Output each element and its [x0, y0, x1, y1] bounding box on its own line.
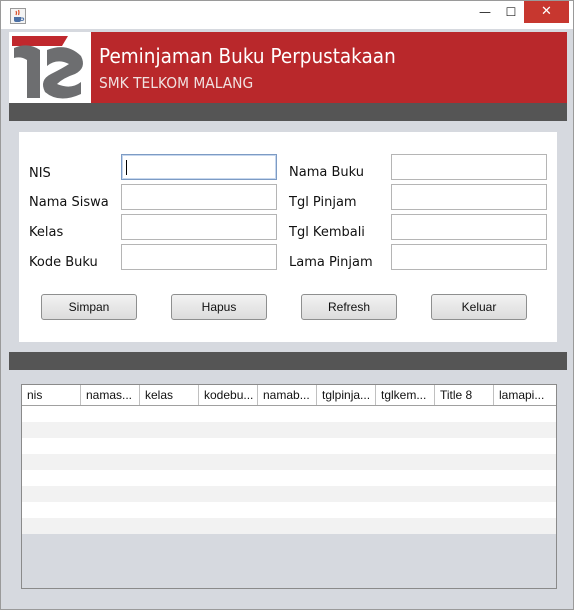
tgl-pinjam-field[interactable] — [391, 184, 547, 210]
column-header-kelas[interactable]: kelas — [140, 385, 199, 405]
telkom-school-logo — [9, 32, 91, 104]
refresh-button[interactable]: Refresh — [301, 294, 397, 320]
minimize-button[interactable]: — — [472, 1, 498, 23]
table-row[interactable] — [22, 502, 556, 518]
header-banner: Peminjaman Buku Perpustakaan SMK TELKOM … — [9, 32, 567, 104]
column-header-kode-buku[interactable]: kodebu... — [199, 385, 258, 405]
nis-label: NIS — [29, 166, 51, 181]
table-row[interactable] — [22, 422, 556, 438]
keluar-button[interactable]: Keluar — [431, 294, 527, 320]
column-header-title-8[interactable]: Title 8 — [435, 385, 494, 405]
tgl-pinjam-label: Tgl Pinjam — [289, 195, 357, 210]
nama-siswa-field[interactable] — [121, 184, 277, 210]
kode-buku-label: Kode Buku — [29, 255, 98, 270]
app-window: — ☐ ✕ Peminjaman Buku Perpustakaan SMK T… — [0, 0, 574, 610]
nama-siswa-label: Nama Siswa — [29, 195, 109, 210]
tgl-kembali-label: Tgl Kembali — [289, 225, 365, 240]
divider-strip — [9, 352, 567, 370]
close-button[interactable]: ✕ — [524, 1, 569, 23]
table-body — [22, 406, 556, 534]
tgl-kembali-field[interactable] — [391, 214, 547, 240]
hapus-button[interactable]: Hapus — [171, 294, 267, 320]
column-header-tgl-pinjam[interactable]: tglpinja... — [317, 385, 376, 405]
title-bar[interactable]: — ☐ ✕ — [1, 1, 573, 29]
kode-buku-field[interactable] — [121, 244, 277, 270]
column-header-nama-siswa[interactable]: namas... — [81, 385, 140, 405]
kelas-label: Kelas — [29, 225, 64, 240]
column-header-nama-buku[interactable]: namab... — [258, 385, 317, 405]
app-title: Peminjaman Buku Perpustakaan — [99, 44, 396, 68]
simpan-button[interactable]: Simpan — [41, 294, 137, 320]
app-subtitle: SMK TELKOM MALANG — [99, 74, 254, 92]
table-row[interactable] — [22, 438, 556, 454]
column-header-nis[interactable]: nis — [22, 385, 81, 405]
form-panel: NIS Nama Siswa Kelas Kode Buku Nama Buku… — [19, 132, 557, 342]
text-caret — [126, 160, 127, 175]
nama-buku-label: Nama Buku — [289, 165, 364, 180]
logo-icon — [12, 36, 83, 99]
table-row[interactable] — [22, 486, 556, 502]
lama-pinjam-field[interactable] — [391, 244, 547, 270]
nama-buku-field[interactable] — [391, 154, 547, 180]
kelas-field[interactable] — [121, 214, 277, 240]
lama-pinjam-label: Lama Pinjam — [289, 255, 373, 270]
column-header-tgl-kembali[interactable]: tglkem... — [376, 385, 435, 405]
data-table: nis namas... kelas kodebu... namab... tg… — [21, 384, 557, 589]
column-header-lama-pinjam[interactable]: lamapi... — [494, 385, 556, 405]
table-row[interactable] — [22, 470, 556, 486]
nis-field[interactable] — [121, 154, 277, 180]
java-cup-icon — [10, 8, 26, 24]
table-row[interactable] — [22, 454, 556, 470]
divider-strip — [9, 103, 567, 121]
table-row[interactable] — [22, 518, 556, 534]
table-row[interactable] — [22, 406, 556, 422]
maximize-button[interactable]: ☐ — [498, 1, 524, 23]
table-header: nis namas... kelas kodebu... namab... tg… — [22, 385, 556, 406]
content-area: Peminjaman Buku Perpustakaan SMK TELKOM … — [1, 29, 573, 609]
